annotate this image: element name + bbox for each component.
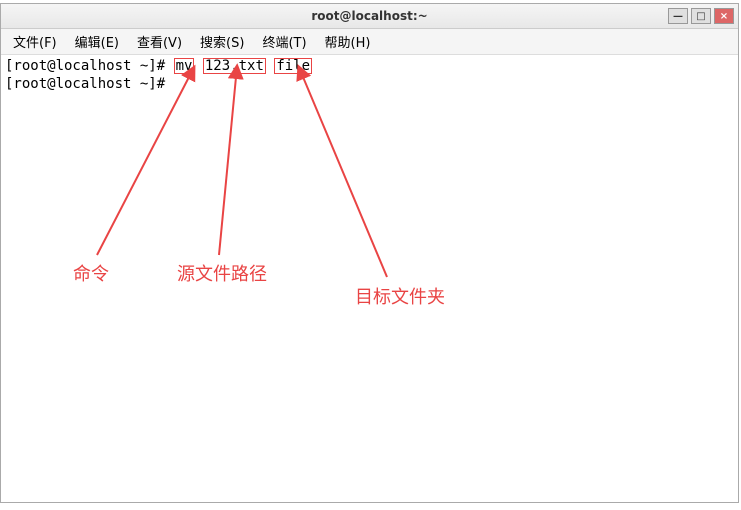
terminal-area[interactable]: [root@localhost ~]# mv 123.txt file [roo… — [1, 55, 738, 502]
window-title: root@localhost:~ — [311, 9, 427, 23]
menu-view[interactable]: 查看(V) — [131, 30, 188, 53]
window-controls: — □ × — [668, 8, 734, 24]
close-button[interactable]: × — [714, 8, 734, 24]
menu-edit[interactable]: 编辑(E) — [69, 30, 125, 53]
maximize-button[interactable]: □ — [691, 8, 711, 24]
terminal-window: root@localhost:~ — □ × 文件(F) 编辑(E) 查看(V)… — [0, 3, 739, 503]
menu-terminal[interactable]: 终端(T) — [256, 30, 312, 53]
source-token: 123.txt — [203, 58, 266, 74]
prompt-line1: [root@localhost ~]# — [5, 58, 174, 74]
menu-file[interactable]: 文件(F) — [7, 30, 63, 53]
command-token: mv — [174, 58, 195, 74]
menubar: 文件(F) 编辑(E) 查看(V) 搜索(S) 终端(T) 帮助(H) — [1, 29, 738, 55]
prompt-line2: [root@localhost ~]# — [5, 76, 174, 92]
minimize-button[interactable]: — — [668, 8, 688, 24]
menu-search[interactable]: 搜索(S) — [194, 30, 250, 53]
titlebar[interactable]: root@localhost:~ — □ × — [1, 4, 738, 29]
dest-token: file — [274, 58, 312, 74]
menu-help[interactable]: 帮助(H) — [319, 30, 377, 53]
